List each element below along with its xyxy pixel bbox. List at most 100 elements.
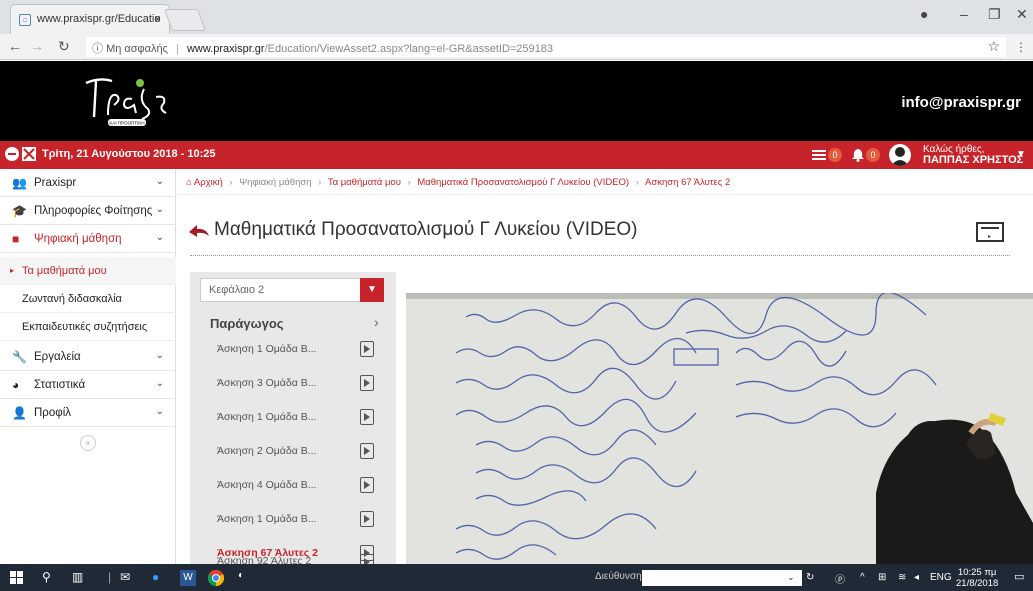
breadcrumb-digital-learning[interactable]: Ψηφιακή μάθηση [239,177,311,188]
maximize-icon[interactable]: ❐ [988,6,1001,23]
minimize-icon[interactable]: – [960,6,968,22]
app-icon[interactable]: ◐ [238,570,244,581]
title-divider [190,255,1010,256]
lesson-item[interactable]: Άσκηση 2 Ομάδα Β... [190,434,396,468]
home-icon[interactable]: ⌂ [186,177,194,188]
chevron-down-icon[interactable]: ▼ [360,278,384,302]
lesson-item[interactable]: Άσκηση 1 Ομάδα Β... [190,332,396,366]
site-header: ΚΑΙ ΠΡΟΟΠΤΙΚΗ info@praxispr.gr [0,61,1033,141]
lesson-item[interactable]: Άσκηση 92 Άλυτες 2 [190,550,396,564]
skype-icon[interactable]: ● [152,570,159,584]
lesson-item[interactable]: Άσκηση 1 Ομάδα Β... [190,502,396,536]
not-secure-label: Μη ασφαλής [106,43,168,55]
system-clock[interactable]: 10:25 πμ 21/8/2018 [956,567,998,589]
contact-email[interactable]: info@praxispr.gr [901,94,1021,111]
show-hidden-icons-icon[interactable]: ^ [860,572,865,583]
sidebar-item-statistics[interactable]: ◕ Στατιστικά ⌄ [0,371,176,399]
sidebar-item-discussions[interactable]: Εκπαιδευτικές συζητήσεις [0,313,176,341]
window-close-icon[interactable]: ✕ [1016,6,1028,23]
url-domain: www.praxispr.gr [186,43,265,55]
breadcrumb-home[interactable]: Αρχική [194,177,223,188]
new-tab-button[interactable] [163,9,207,31]
play-file-icon [360,511,374,527]
info-icon[interactable]: ⓘ [92,43,103,55]
sidebar-item-label: Εκπαιδευτικές συζητήσεις [22,321,148,333]
whiteboard-video-frame [406,293,1033,564]
messages-badge: 0 [828,148,842,162]
user-icon [891,147,909,166]
avatar[interactable] [889,144,911,166]
people-icon[interactable]: ⓟ [835,571,845,586]
current-date: Τρίτη, 21 Αυγούστου 2018 - 10:25 [42,148,216,160]
clock-date: 21/8/2018 [956,578,999,589]
chapter-select[interactable]: Κεφάλαιο 2 [200,278,368,302]
sidebar-item-label: Στατιστικά [34,379,86,391]
collapse-sidebar-icon[interactable]: « [80,435,96,451]
notifications-badge: 0 [866,148,880,162]
taskbar-address-label: Διεύθυνση [595,571,642,582]
word-icon[interactable]: W [180,570,196,586]
play-file-icon [360,375,374,391]
minus-circle-icon[interactable] [5,147,21,163]
clock-time: 10:25 πμ [957,567,997,578]
pie-chart-icon: ◕ [12,378,20,392]
chevron-down-icon: ⌄ [155,232,164,243]
page-title: Μαθηματικά Προσανατολισμού Γ Λυκείου (VI… [214,219,638,240]
lesson-item[interactable]: Άσκηση 3 Ομάδα Β... [190,366,396,400]
praxis-logo[interactable]: ΚΑΙ ΠΡΟΟΠΤΙΚΗ [82,69,174,129]
chevron-right-icon[interactable]: › [374,314,379,330]
lesson-item[interactable]: Άσκηση 1 Ομάδα Β... [190,400,396,434]
forward-icon[interactable]: → [30,38,44,54]
language-indicator[interactable]: ENG [930,572,952,583]
taskbar-address-input[interactable] [642,570,802,586]
video-player[interactable] [406,293,1033,564]
notifications-center-icon[interactable]: ▭ [1014,570,1024,583]
wifi-icon[interactable]: ≋ [898,572,906,583]
chevron-down-icon[interactable]: ⌄ [787,572,795,583]
sidebar-item-label: Ζωντανή διδασκαλία [22,293,122,305]
sidebar-item-profile[interactable]: 👤 Προφίλ ⌄ [0,399,176,427]
refresh-icon[interactable]: ↻ [806,572,814,583]
browser-tab[interactable]: ⌂ www.praxispr.gr/Educatio × [10,4,170,34]
presentation-screen-icon[interactable]: ▸ [976,222,1004,242]
user-icon: 👤 [12,406,27,420]
url-path: /Education/ViewAsset2.aspx?lang=el-GR&as… [264,43,554,55]
mail-icon[interactable]: ✉ [120,570,130,584]
volume-icon[interactable]: ◂ [914,572,919,583]
chrome-icon[interactable] [208,570,224,586]
breadcrumb-my-courses[interactable]: Τα μαθήματά μου [328,177,401,188]
user-welcome[interactable]: Καλώς ήρθες, ΠΑΠΠΑΣ ΧΡΗΣΤΟΣ [923,144,1023,166]
sidebar-item-student-info[interactable]: 🎓 Πληροφορίες Φοίτησης ⌄ [0,197,176,225]
play-file-icon [360,341,374,357]
section-title[interactable]: Παράγωγος [210,316,284,331]
messages-icon[interactable] [812,149,828,165]
bookmark-star-icon[interactable]: ☆ [987,38,1000,55]
lesson-label: Άσκηση 4 Ομάδα Β... [217,479,317,491]
windows-start-icon[interactable] [10,571,23,584]
site-favicon-icon: ⌂ [19,14,31,26]
top-status-bar: Τρίτη, 21 Αυγούστου 2018 - 10:25 0 0 Καλ… [0,141,1033,169]
lesson-item[interactable]: Άσκηση 4 Ομάδα Β... [190,468,396,502]
chevron-down-icon: ⌄ [155,350,164,361]
sidebar-item-label: Τα μαθήματά μου [22,265,107,277]
network-icon[interactable]: ⊞ [878,572,886,583]
tab-close-icon[interactable]: × [154,12,161,26]
sidebar-item-my-courses[interactable]: ▸ Τα μαθήματά μου [0,257,176,285]
profile-icon[interactable]: ● [920,6,928,22]
back-arrow-icon[interactable] [188,222,210,240]
chevron-down-icon: ⌄ [155,176,164,187]
user-dropdown-icon[interactable]: ▼ [1016,149,1026,160]
sidebar-item-praxispr[interactable]: 👥 Praxispr ⌄ [0,169,176,197]
fullscreen-icon[interactable] [22,147,38,163]
lesson-label: Άσκηση 92 Άλυτες 2 [217,555,312,564]
search-icon[interactable]: ⚲ [42,570,51,584]
browser-menu-icon[interactable]: ⋮ [1015,40,1027,54]
back-icon[interactable]: ← [8,38,22,54]
task-view-icon[interactable]: ▥ [72,570,83,584]
sidebar-item-digital-learning[interactable]: ■ Ψηφιακή μάθηση ⌄ [0,225,176,253]
reload-icon[interactable]: ↻ [58,38,70,55]
address-bar[interactable]: ⓘ Μη ασφαλής | www.praxispr.gr/Education… [86,37,1006,57]
sidebar-item-live-teaching[interactable]: Ζωντανή διδασκαλία [0,285,176,313]
breadcrumb-course[interactable]: Μαθηματικά Προσανατολισμού Γ Λυκείου (VI… [417,177,629,188]
sidebar-item-tools[interactable]: 🔧 Εργαλεία ⌄ [0,343,176,371]
